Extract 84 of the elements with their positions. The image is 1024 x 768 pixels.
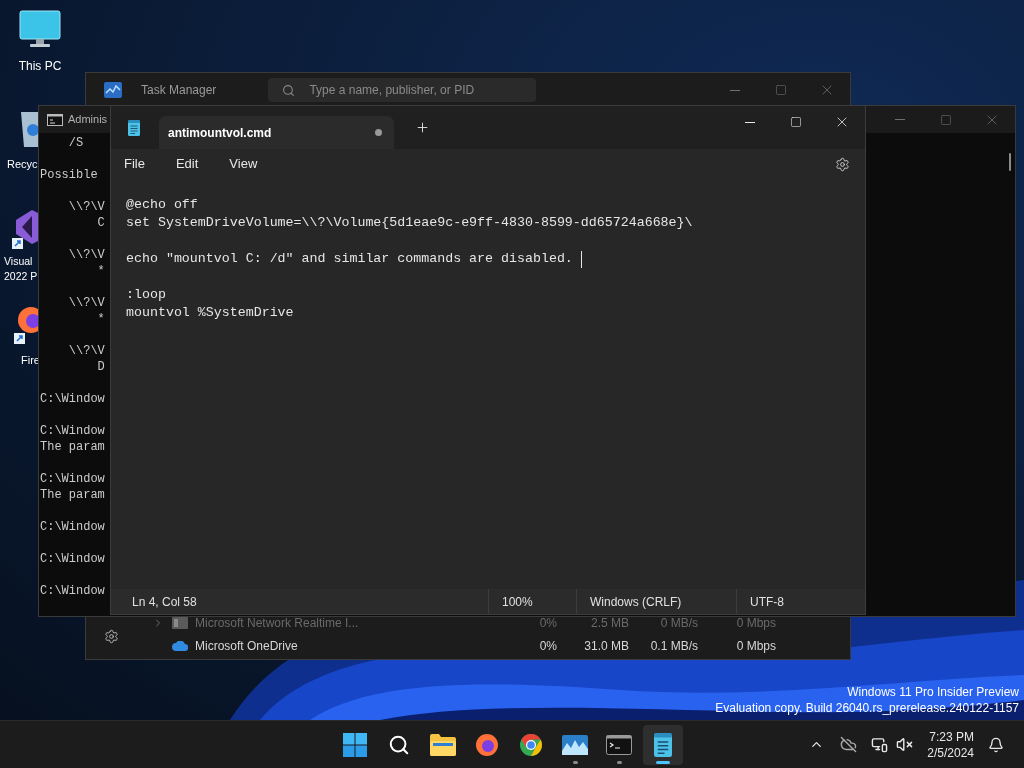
desktop-icon-label[interactable]: 2022 P (4, 269, 38, 284)
taskbar-app[interactable] (643, 724, 683, 765)
running-indicator (656, 760, 670, 764)
window-title: Adminis (68, 112, 108, 128)
scrollbar-thumb[interactable] (1009, 153, 1011, 171)
console-line: C:\Window (40, 471, 105, 487)
desktop-icon-label[interactable]: This PC (18, 57, 62, 75)
console-line: C:\Window (40, 583, 105, 599)
status-text: Windows (CRLF) (590, 593, 682, 611)
performance-graph-icon (562, 734, 588, 755)
console-line: The param (40, 439, 105, 455)
console-line: The param (40, 487, 105, 503)
table-cell-text: 2.5 MB (590, 615, 629, 632)
notepad-icon (654, 732, 672, 757)
monitor-icon (19, 10, 61, 48)
windows-logo-icon (343, 732, 367, 757)
window-title: Task Manager (141, 82, 217, 99)
table-cell-text: 31.0 MB (583, 638, 629, 655)
running-indicator (616, 760, 622, 764)
table-cell-text: 0 Mbps (735, 615, 776, 632)
console-line: * (96, 311, 105, 327)
console-line: C:\Window (40, 551, 105, 567)
minimize-icon (730, 89, 740, 91)
menu-item[interactable]: Edit (175, 154, 199, 174)
settings-icon[interactable] (103, 629, 119, 644)
terminal-icon (606, 734, 632, 755)
clock[interactable]: 7:23 PM 2/5/2024 (927, 728, 974, 761)
table-cell-text: 0% (538, 615, 557, 632)
console-line: D (96, 359, 105, 375)
console-line: /S (67, 135, 84, 151)
network-app-icon (172, 617, 188, 629)
code-line: set SystemDriveVolume=\\?\Volume{5d1eae9c-e9ff-4830-8599-dd65724a668e}\ (126, 214, 693, 232)
new-tab-icon[interactable] (415, 120, 430, 135)
menu-item[interactable]: View (229, 154, 258, 174)
cloud-off-icon[interactable] (840, 736, 858, 753)
volume-muted-icon[interactable] (896, 736, 914, 753)
maximize-icon (790, 116, 802, 128)
desktop-icon-label[interactable]: Recyc (7, 156, 38, 173)
console-line: \\?\V (67, 247, 105, 263)
file-tab[interactable]: antimountvol.cmd (159, 116, 394, 149)
menu-item[interactable]: File (124, 154, 145, 174)
search-icon (282, 83, 296, 97)
folder-icon (430, 733, 456, 756)
console-icon (47, 113, 63, 126)
status-text: 100% (502, 593, 533, 611)
process-name: Microsoft OneDrive (195, 638, 298, 655)
firefox-icon (475, 732, 499, 757)
console-line: C:\Window (40, 423, 105, 439)
table-cell-text: 0.1 MB/s (649, 638, 698, 655)
code-line: mountvol %SystemDrive (126, 304, 294, 322)
code-line: @echo off (126, 196, 198, 214)
search-field[interactable]: Type a name, publisher, or PID (268, 78, 537, 102)
network-icon[interactable] (871, 736, 889, 753)
console-line: C:\Window (40, 391, 105, 407)
code-line: echo "mountvol C: /d" and similar commands are disabled. (126, 250, 574, 268)
cloud-icon (172, 641, 188, 651)
table-cell-text: 0 MB/s (659, 615, 698, 632)
table-cell-text: 0% (538, 638, 557, 655)
console-line: \\?\V (67, 199, 105, 215)
desktop-icon-label[interactable]: Visual (4, 254, 38, 269)
task-manager-icon (104, 82, 122, 98)
console-line: \\?\V (67, 343, 105, 359)
maximize-icon (775, 84, 787, 96)
console-line: * (96, 263, 105, 279)
code-line: :loop (126, 286, 166, 304)
table-cell-text: 0 Mbps (735, 638, 776, 655)
chrome-icon (519, 732, 543, 757)
console-line: C (96, 215, 105, 231)
notifications-icon[interactable] (988, 736, 1004, 753)
running-indicator (572, 760, 578, 764)
status-text: Ln 4, Col 58 (132, 593, 197, 611)
minimize-icon (745, 121, 755, 123)
settings-icon[interactable] (835, 156, 850, 172)
build-info-text: Windows 11 Pro Insider Preview (847, 684, 1019, 700)
build-info-text: Evaluation copy. Build 26040.rs_prerelease.240122-1157 (715, 700, 1019, 716)
status-text: UTF-8 (750, 593, 784, 611)
console-line: \\?\V (67, 295, 105, 311)
notepad-icon (128, 119, 140, 136)
maximize-icon (940, 113, 952, 126)
search-icon (388, 733, 410, 756)
minimize-icon (895, 119, 905, 120)
console-line: Possible (40, 167, 98, 183)
console-line: C:\Window (40, 519, 105, 535)
process-name: Microsoft Network Realtime I... (195, 615, 359, 632)
